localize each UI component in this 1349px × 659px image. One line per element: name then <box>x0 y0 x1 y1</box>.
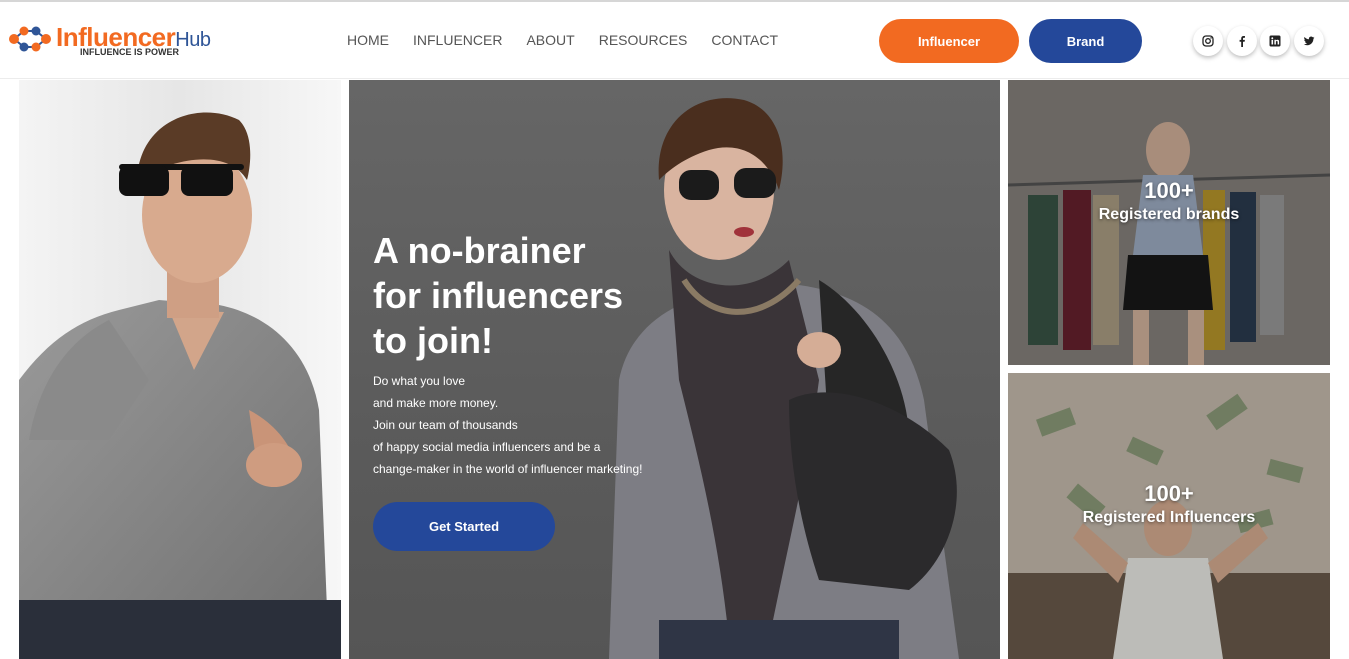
brand-button[interactable]: Brand <box>1029 19 1142 63</box>
hero-text-line: Do what you love <box>373 374 466 388</box>
site-logo[interactable]: InfluencerHub INFLUENCE IS POWER <box>8 22 218 62</box>
hero-description: Do what you love and make more money. Jo… <box>373 370 642 480</box>
brands-count: 100+ <box>1144 178 1194 203</box>
influencer-button[interactable]: Influencer <box>879 19 1019 63</box>
hero-title-line: for influencers <box>373 275 624 316</box>
hero-title: A no-brainer for influencers to join! <box>373 228 673 363</box>
nav-influencer[interactable]: INFLUENCER <box>413 32 502 52</box>
hero-title-line: A no-brainer <box>373 230 586 271</box>
linkedin-icon <box>1269 35 1281 47</box>
hero-text-line: Join our team of thousands <box>373 418 518 432</box>
facebook-link[interactable] <box>1227 26 1257 56</box>
linkedin-link[interactable] <box>1260 26 1290 56</box>
brands-stat: 100+ Registered brands <box>1008 178 1330 226</box>
nav-resources[interactable]: RESOURCES <box>599 32 688 52</box>
model-photo-left <box>19 80 341 659</box>
hero-text-line: change-maker in the world of influencer … <box>373 462 643 476</box>
logo-tagline: INFLUENCE IS POWER <box>80 47 180 57</box>
nav-about[interactable]: ABOUT <box>526 32 574 52</box>
influencers-stat: 100+ Registered Influencers <box>1008 481 1330 529</box>
logo-mark-icon <box>9 26 51 52</box>
instagram-icon <box>1202 35 1214 47</box>
brands-label: Registered brands <box>1098 206 1240 223</box>
get-started-button[interactable]: Get Started <box>373 502 555 551</box>
instagram-link[interactable] <box>1193 26 1223 56</box>
logo-name-suffix: Hub <box>175 29 211 51</box>
influencers-count: 100+ <box>1144 481 1194 506</box>
influencers-stat-card[interactable]: 100+ Registered Influencers <box>1008 373 1330 659</box>
twitter-icon <box>1303 36 1315 46</box>
influencers-label: Registered Influencers <box>1082 509 1256 526</box>
man-with-sunglasses-image <box>19 112 341 659</box>
nav-home[interactable]: HOME <box>347 32 389 52</box>
nav-contact[interactable]: CONTACT <box>711 32 778 52</box>
facebook-icon <box>1239 36 1245 47</box>
hero-title-line: to join! <box>373 320 493 361</box>
hero-text-line: and make more money. <box>373 396 499 410</box>
main-nav: HOME INFLUENCER ABOUT RESOURCES CONTACT <box>347 32 802 52</box>
hero-text-line: of happy social media influencers and be… <box>373 440 601 454</box>
site-header: InfluencerHub INFLUENCE IS POWER HOME IN… <box>0 2 1349 79</box>
twitter-link[interactable] <box>1294 26 1324 56</box>
brands-stat-card[interactable]: 100+ Registered brands <box>1008 80 1330 365</box>
hero-banner: A no-brainer for influencers to join! Do… <box>349 80 1000 659</box>
